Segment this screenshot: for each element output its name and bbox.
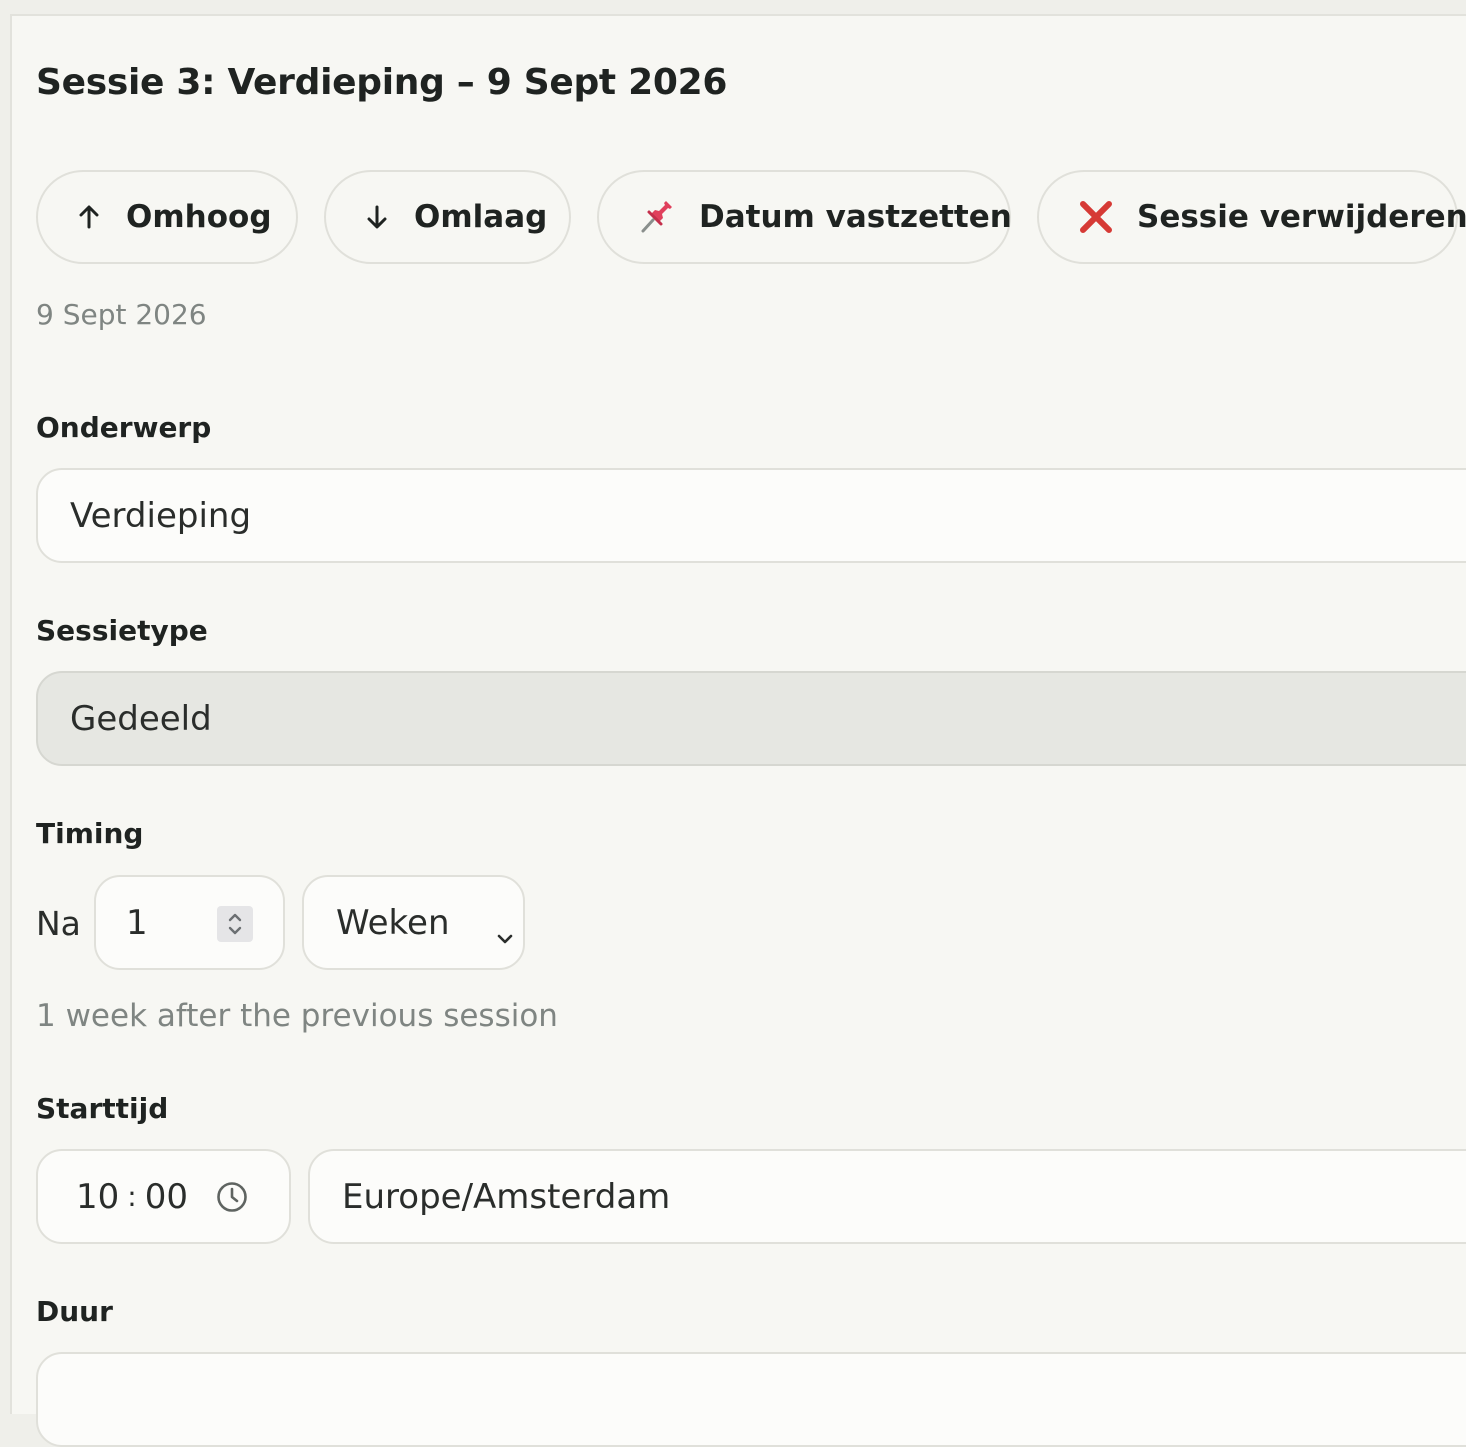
session-type-select: Gedeeld [36,671,1466,766]
start-time-label: Starttijd [36,1092,169,1125]
timing-amount-input[interactable]: 1 [94,875,285,970]
chevron-down-icon [496,915,514,955]
timezone-value: Europe/Amsterdam [342,1176,671,1217]
time-separator: : [127,1180,137,1213]
move-up-button[interactable]: Omhoog [36,170,298,264]
delete-session-label: Sessie verwijderen [1137,199,1466,235]
pin-date-button[interactable]: Datum vastzetten [597,170,1012,264]
timezone-input[interactable]: Europe/Amsterdam [308,1149,1466,1244]
subject-label: Onderwerp [36,411,212,444]
start-time-input[interactable]: 10 : 00 [36,1149,291,1244]
move-up-label: Omhoog [126,199,272,235]
subject-value: Verdieping [70,495,252,536]
move-down-label: Omlaag [414,199,548,235]
session-date: 9 Sept 2026 [36,298,207,331]
duration-input[interactable] [36,1352,1466,1447]
clock-icon[interactable] [216,1181,248,1222]
subject-input[interactable]: Verdieping [36,468,1466,563]
move-down-button[interactable]: Omlaag [324,170,571,264]
timing-unit-value: Weken [336,902,450,943]
timing-amount-value: 1 [126,902,148,943]
pin-date-label: Datum vastzetten [699,199,1012,235]
session-type-label: Sessietype [36,614,208,647]
close-x-icon [1079,200,1113,234]
spin-stepper-icon[interactable] [217,906,253,942]
page-title: Sessie 3: Verdieping – 9 Sept 2026 [36,62,728,103]
session-type-value: Gedeeld [70,698,212,739]
delete-session-button[interactable]: Sessie verwijderen [1037,170,1466,264]
timing-hint: 1 week after the previous session [36,998,558,1034]
duration-label: Duur [36,1295,113,1328]
timing-label: Timing [36,817,144,850]
start-time-minutes[interactable]: 00 [145,1177,188,1217]
pushpin-icon [639,200,673,234]
arrow-up-icon [78,205,100,229]
start-time-hours[interactable]: 10 [76,1177,119,1217]
arrow-down-icon [366,205,388,229]
timing-unit-select[interactable]: Weken [302,875,525,970]
timing-prefix: Na [36,904,81,943]
